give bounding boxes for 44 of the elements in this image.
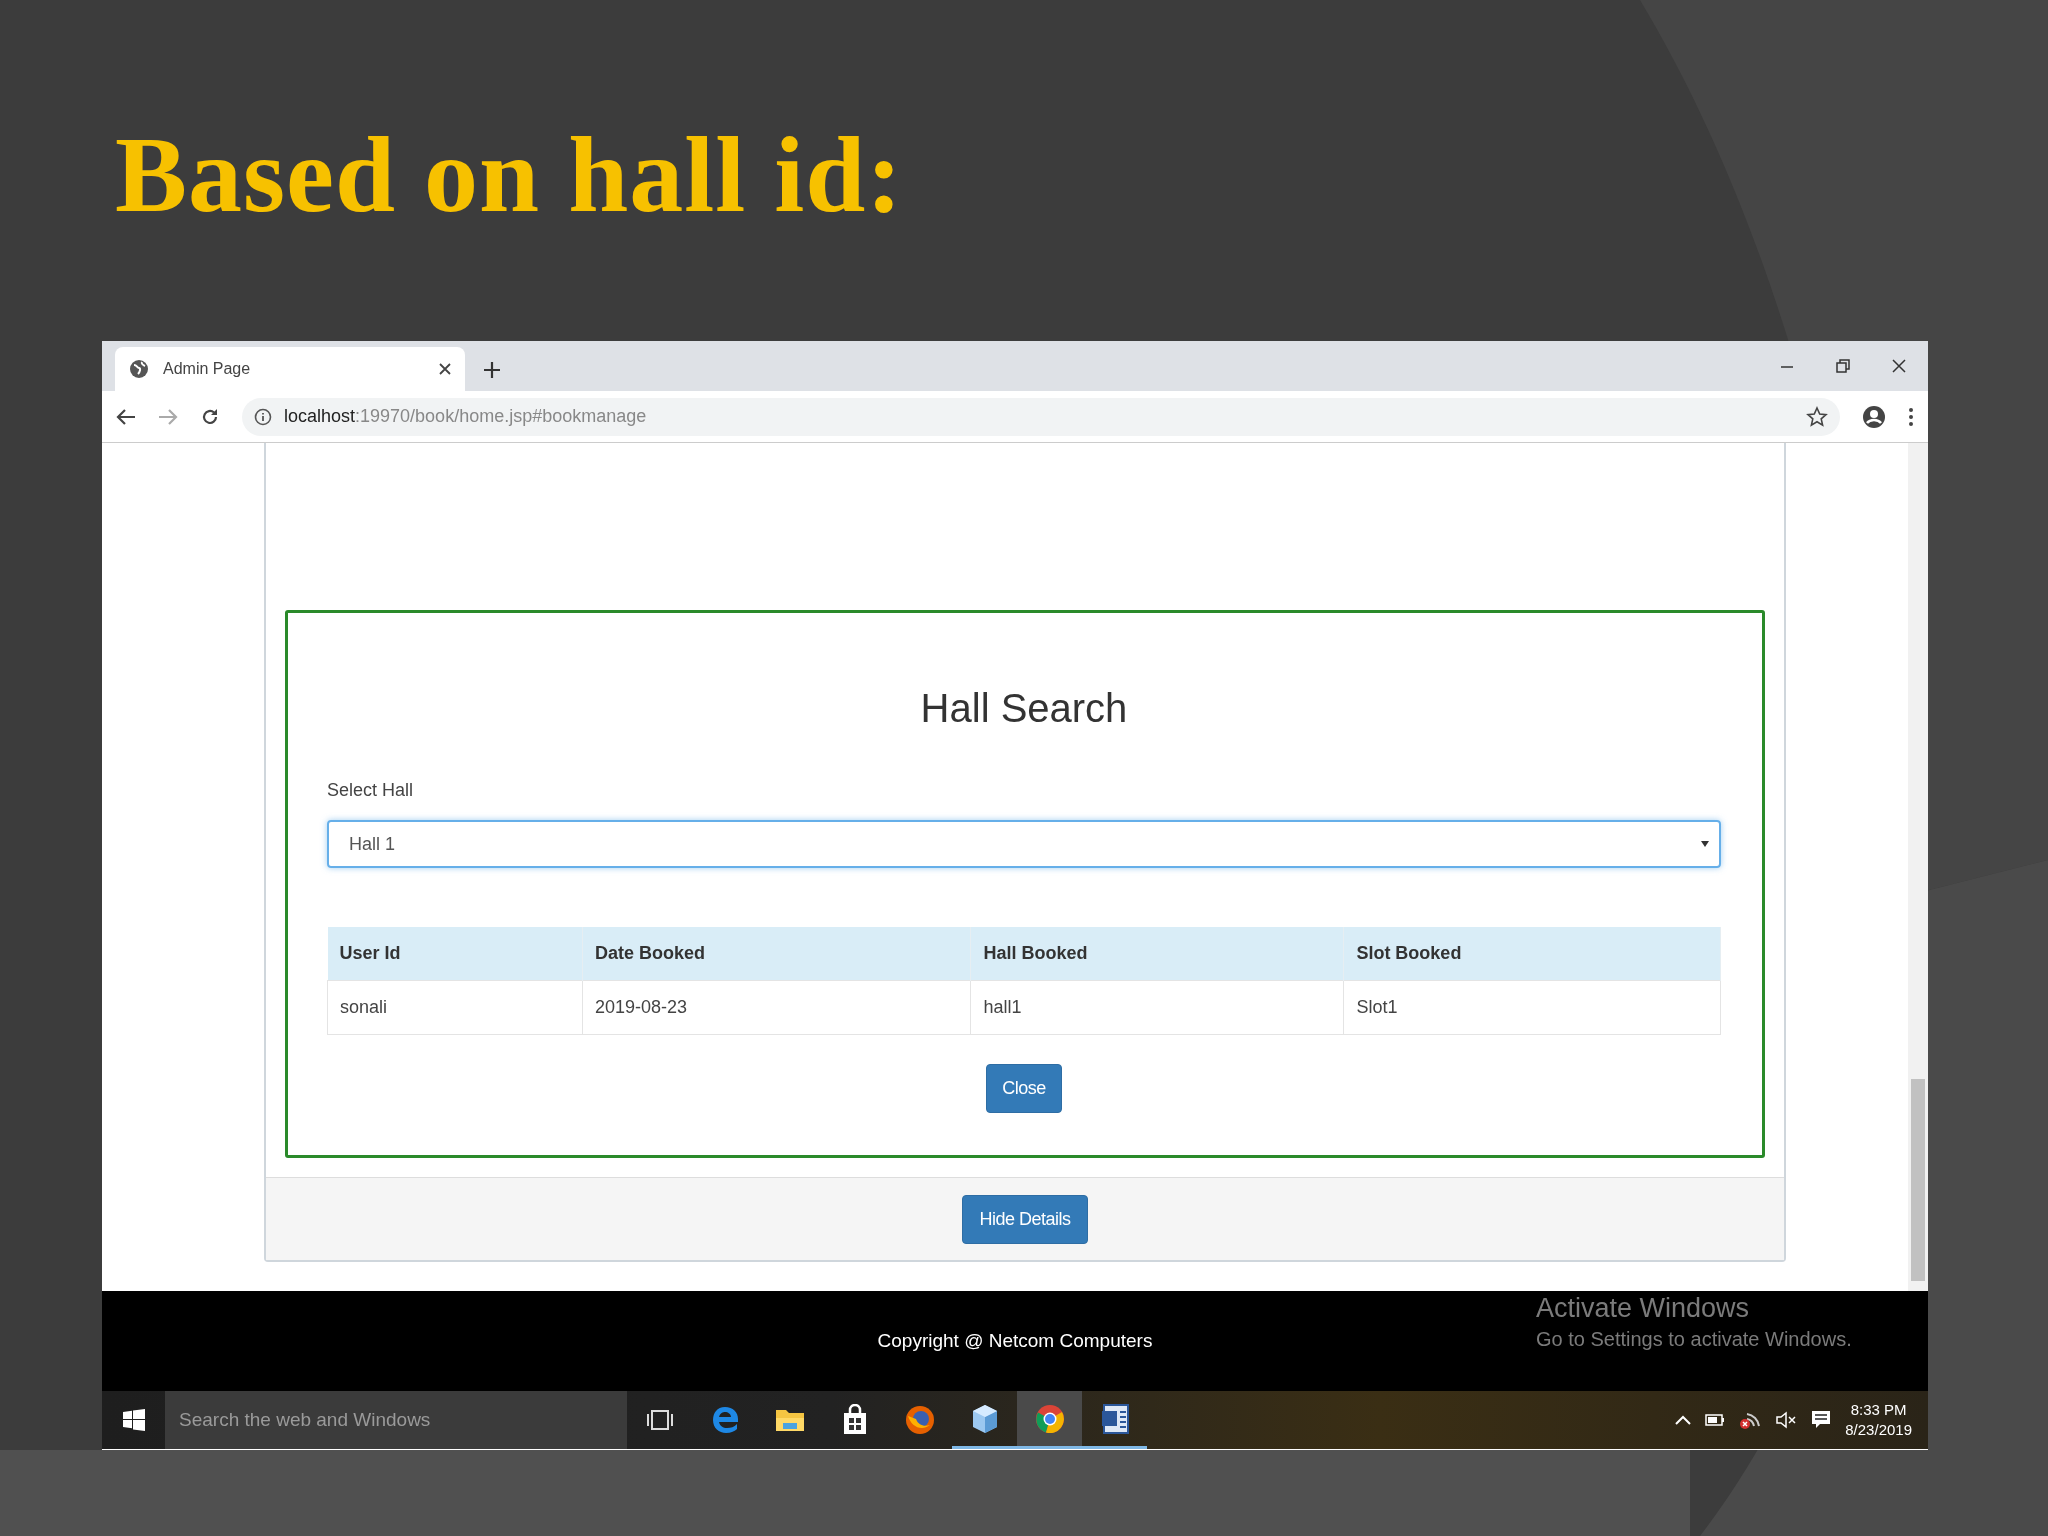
chevron-up-icon[interactable]	[1675, 1415, 1692, 1425]
field-label: Select Hall	[327, 779, 415, 802]
scrollbar[interactable]	[1908, 443, 1928, 1291]
fox-globe-icon	[903, 1404, 936, 1436]
table-cell: Slot1	[1343, 980, 1721, 1035]
network-error-icon[interactable]	[1739, 1410, 1762, 1430]
back-arrow-icon[interactable]	[116, 407, 136, 426]
account-icon[interactable]	[1862, 404, 1886, 429]
table-cell: sonali	[327, 980, 583, 1035]
activation-text: Go to Settings to activate Windows.	[1536, 1328, 1852, 1351]
close-button[interactable]: Close	[986, 1064, 1062, 1113]
table-cell: hall1	[970, 980, 1344, 1035]
column-header: Slot Booked	[1343, 927, 1721, 981]
clock-time[interactable]: 8:33 PM	[1845, 1400, 1912, 1420]
muted-speaker-icon[interactable]	[1775, 1411, 1798, 1429]
slide-title: Based on hall id:	[114, 114, 905, 236]
close-icon[interactable]	[439, 363, 451, 375]
column-header: User Id	[327, 927, 583, 981]
close-icon[interactable]	[1892, 359, 1906, 373]
globe-icon	[129, 359, 149, 379]
plus-icon[interactable]	[483, 361, 501, 379]
address-bar[interactable]: localhost:19970/book/home.jsp#bookmanage	[242, 397, 1840, 436]
copyright-text: Copyright @ Netcom Computers	[877, 1330, 1153, 1352]
activation-title: Activate Windows	[1536, 1293, 1751, 1324]
windows-logo-icon[interactable]	[122, 1409, 145, 1431]
caret-icon	[1701, 841, 1709, 847]
task-view-icon	[645, 1409, 674, 1431]
battery-icon[interactable]	[1705, 1414, 1726, 1426]
restore-icon[interactable]	[1836, 359, 1850, 373]
table-cell: 2019-08-23	[582, 980, 971, 1035]
hide-details-button[interactable]: Hide Details	[962, 1194, 1088, 1244]
chrome-ball-icon	[1033, 1402, 1066, 1435]
notification-icon[interactable]	[1811, 1410, 1832, 1430]
hall-select[interactable]: Hall 1	[327, 820, 1721, 868]
url-text: localhost:19970/book/home.jsp#bookmanage	[284, 406, 647, 427]
menu-icon[interactable]	[1908, 406, 1914, 427]
panel-heading: Hall Search	[919, 685, 1129, 732]
search-field[interactable]: Search the web and Windows	[165, 1391, 627, 1449]
info-icon	[254, 407, 272, 426]
column-header: Date Booked	[582, 927, 971, 981]
column-header: Hall Booked	[970, 927, 1344, 981]
clock-date[interactable]: 8/23/2019	[1845, 1420, 1912, 1440]
document-icon	[1099, 1402, 1130, 1435]
star-icon[interactable]	[1806, 405, 1828, 428]
